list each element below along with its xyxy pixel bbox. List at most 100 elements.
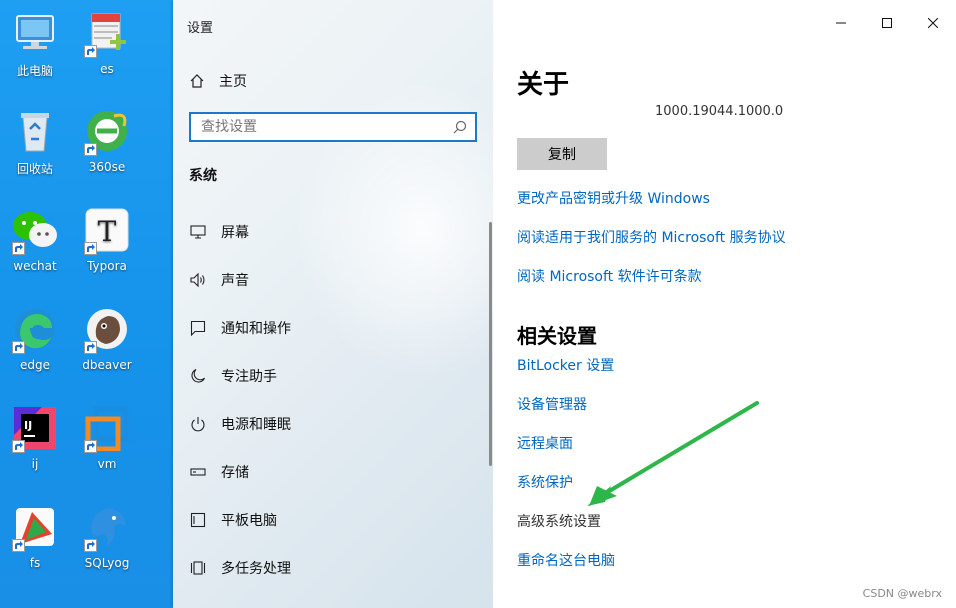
- link-device-manager[interactable]: 设备管理器: [517, 394, 587, 414]
- nav-item-multitasking[interactable]: 多任务处理: [173, 544, 493, 592]
- multitask-icon: [189, 559, 207, 577]
- es-icon: [82, 8, 132, 58]
- close-icon: [928, 18, 938, 28]
- desktop-shortcut-vmware[interactable]: vm: [72, 403, 142, 491]
- intellij-icon: IJ: [10, 403, 60, 453]
- recycle-bin-icon: [10, 106, 60, 156]
- nav-item-label: 平板电脑: [221, 513, 277, 529]
- link-rename-pc[interactable]: 重命名这台电脑: [517, 550, 615, 570]
- icon-label: 360se: [88, 160, 126, 174]
- shortcut-arrow-icon: [84, 143, 97, 156]
- settings-nav-pane: 设置 主页 系统 屏幕: [173, 0, 493, 608]
- desktop-shortcut-es[interactable]: es: [72, 8, 142, 96]
- desktop-shortcut-intellij[interactable]: IJ ij: [0, 403, 70, 491]
- link-bitlocker[interactable]: BitLocker 设置: [517, 355, 614, 375]
- nav-item-display[interactable]: 屏幕: [173, 208, 493, 256]
- nav-home-label: 主页: [219, 74, 247, 90]
- shortcut-arrow-icon: [84, 341, 97, 354]
- shortcut-arrow-icon: [84, 45, 97, 58]
- desktop-shortcut-this-pc[interactable]: 此电脑: [0, 8, 70, 96]
- icon-label: dbeaver: [82, 358, 132, 372]
- version-text: 1000.19044.1000.0: [655, 104, 784, 119]
- minimize-button[interactable]: [818, 8, 864, 38]
- nav-item-sound[interactable]: 声音: [173, 256, 493, 304]
- nav-item-tablet[interactable]: 平板电脑: [173, 496, 493, 544]
- link-system-protection[interactable]: 系统保护: [517, 472, 573, 492]
- desktop-shortcut-wechat[interactable]: wechat: [0, 205, 70, 293]
- edge-icon: [10, 304, 60, 354]
- nav-item-label: 屏幕: [221, 225, 249, 241]
- maximize-button[interactable]: [864, 8, 910, 38]
- nav-item-label: 通知和操作: [221, 321, 291, 337]
- minimize-icon: [836, 22, 846, 24]
- related-settings-heading: 相关设置: [517, 324, 597, 348]
- nav-scrollbar[interactable]: [489, 222, 492, 466]
- tablet-icon: [189, 511, 207, 529]
- this-pc-icon: [10, 8, 60, 58]
- nav-item-label: 存储: [221, 465, 249, 481]
- settings-content-pane: 关于 1000.19044.1000.0 复制 更改产品密钥或升级 Window…: [493, 0, 956, 608]
- maximize-icon: [882, 18, 892, 28]
- search-input[interactable]: [201, 119, 453, 135]
- svg-text:IJ: IJ: [24, 419, 32, 432]
- nav-section-label: 系统: [189, 168, 217, 184]
- link-services-agreement[interactable]: 阅读适用于我们服务的 Microsoft 服务协议: [517, 227, 786, 247]
- link-remote-desktop[interactable]: 远程桌面: [517, 433, 573, 453]
- desktop-shortcut-edge[interactable]: edge: [0, 304, 70, 392]
- desktop-shortcut-fs[interactable]: fs: [0, 502, 70, 590]
- nav-list: 屏幕 声音 通知和操作 专注助手 电源和睡眠 存储 平板电脑 多任务处理: [173, 208, 493, 592]
- desktop-shortcut-recycle-bin[interactable]: 回收站: [0, 106, 70, 194]
- moon-icon: [189, 367, 207, 385]
- power-icon: [189, 415, 207, 433]
- vmware-icon: [82, 403, 132, 453]
- typora-icon: T: [82, 205, 132, 255]
- nav-item-power[interactable]: 电源和睡眠: [173, 400, 493, 448]
- shortcut-arrow-icon: [84, 539, 97, 552]
- desktop-shortcut-360se[interactable]: 360se: [72, 106, 142, 194]
- icon-label: fs: [29, 556, 41, 570]
- fs-icon: [10, 502, 60, 552]
- page-title: 关于: [517, 70, 570, 100]
- nav-item-focus-assist[interactable]: 专注助手: [173, 352, 493, 400]
- nav-item-label: 声音: [221, 273, 249, 289]
- search-box[interactable]: [189, 112, 477, 142]
- icon-label: ij: [31, 457, 39, 471]
- icon-label: wechat: [13, 259, 57, 273]
- close-button[interactable]: [910, 8, 956, 38]
- search-icon: [453, 120, 467, 134]
- desktop-shortcut-dbeaver[interactable]: dbeaver: [72, 304, 142, 392]
- nav-item-storage[interactable]: 存储: [173, 448, 493, 496]
- copy-button[interactable]: 复制: [517, 138, 607, 170]
- link-change-product-key[interactable]: 更改产品密钥或升级 Windows: [517, 188, 710, 208]
- shortcut-arrow-icon: [84, 242, 97, 255]
- icon-label: vm: [97, 457, 117, 471]
- desktop-shortcut-sqlyog[interactable]: SQLyog: [72, 502, 142, 590]
- sqlyog-icon: [82, 502, 132, 552]
- home-icon: [190, 74, 204, 88]
- icon-label: 回收站: [16, 162, 53, 176]
- link-license-terms[interactable]: 阅读 Microsoft 软件许可条款: [517, 266, 702, 286]
- monitor-icon: [189, 223, 207, 241]
- shortcut-arrow-icon: [12, 440, 25, 453]
- nav-home[interactable]: 主页: [189, 70, 247, 92]
- icon-label: es: [100, 62, 114, 76]
- shortcut-arrow-icon: [84, 440, 97, 453]
- window-controls: [818, 8, 956, 38]
- icon-label: 此电脑: [16, 64, 53, 78]
- icon-label: SQLyog: [84, 556, 130, 570]
- shortcut-arrow-icon: [12, 242, 25, 255]
- desktop-shortcut-typora[interactable]: T Typora: [72, 205, 142, 293]
- wechat-icon: [10, 205, 60, 255]
- icon-label: edge: [20, 358, 50, 372]
- nav-item-label: 电源和睡眠: [221, 417, 291, 433]
- nav-item-notifications[interactable]: 通知和操作: [173, 304, 493, 352]
- dbeaver-icon: [82, 304, 132, 354]
- notification-icon: [189, 319, 207, 337]
- nav-item-label: 多任务处理: [221, 561, 291, 577]
- settings-window: 设置 主页 系统 屏幕: [173, 0, 956, 608]
- shortcut-arrow-icon: [12, 341, 25, 354]
- nav-item-label: 专注助手: [221, 369, 277, 385]
- storage-icon: [189, 463, 207, 481]
- window-title: 设置: [187, 21, 214, 36]
- link-advanced-system-settings[interactable]: 高级系统设置: [517, 511, 601, 531]
